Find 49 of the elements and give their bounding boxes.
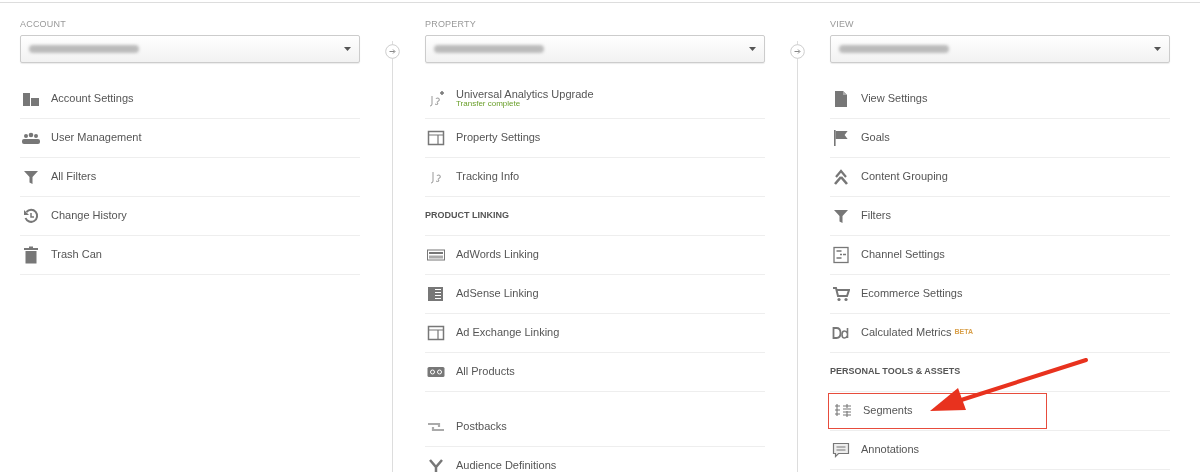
caret-icon: [749, 46, 756, 51]
menu-link[interactable]: Tracking Info: [425, 157, 765, 197]
menu-link[interactable]: View Settings: [830, 79, 1170, 119]
menu-link[interactable]: AdSense Linking: [425, 274, 765, 314]
menu-link[interactable]: All Products: [425, 352, 765, 392]
menu-link[interactable]: AdWords Linking: [425, 235, 765, 275]
window-icon: [427, 323, 445, 342]
section-heading: PERSONAL TOOLS & ASSETS: [830, 352, 1170, 392]
flag-icon: [832, 128, 850, 147]
menu-link[interactable]: All Filters: [20, 157, 360, 197]
menu-link[interactable]: Property Settings: [425, 118, 765, 158]
section-heading: PRODUCT LINKING: [425, 196, 765, 236]
window-icon: [427, 128, 445, 147]
document-icon: [832, 89, 850, 108]
menu-link[interactable]: Content Grouping: [830, 157, 1170, 197]
menu-link[interactable]: Change History: [20, 196, 360, 236]
menu-link[interactable]: User Management: [20, 118, 360, 158]
arrow-circle-icon: [790, 44, 805, 59]
menu-link[interactable]: Audience Definitions: [425, 446, 765, 472]
dropdown[interactable]: [425, 34, 765, 63]
menu-link[interactable]: Universal Analytics Upgrade Transfer complete: [425, 79, 765, 119]
column-title: ACCOUNT: [20, 18, 67, 31]
channel-icon: [832, 245, 850, 264]
history-icon: [22, 206, 40, 225]
caret-icon: [1154, 46, 1161, 51]
menu-link[interactable]: Annotations: [830, 430, 1170, 470]
caret-icon: [344, 46, 351, 51]
segments-icon: [834, 401, 852, 420]
menu-link[interactable]: Segments: [832, 393, 913, 428]
arrow-circle-icon: [385, 44, 400, 59]
menu-link[interactable]: Goals: [830, 118, 1170, 158]
js-icon: [427, 89, 445, 108]
cart-icon: [832, 284, 850, 303]
menu-link[interactable]: Channel Settings: [830, 235, 1170, 275]
column-title: VIEW: [830, 18, 855, 31]
column-title: PROPERTY: [425, 18, 477, 31]
dropdown[interactable]: [20, 34, 360, 63]
menu-link[interactable]: Account Settings: [20, 79, 360, 119]
menu-link[interactable]: Trash Can: [20, 235, 360, 275]
menu-link[interactable]: Ad Exchange Linking: [425, 313, 765, 353]
trash-icon: [22, 245, 40, 264]
menu-link[interactable]: Postbacks: [425, 407, 765, 447]
comment-icon: [832, 440, 850, 459]
menu-link[interactable]: Filters: [830, 196, 1170, 236]
dropdown[interactable]: [830, 34, 1170, 63]
page-layout-icon: [427, 284, 445, 303]
menu-link[interactable]: Ecommerce Settings: [830, 274, 1170, 314]
status-text: Transfer complete: [456, 100, 521, 109]
grouping-icon: [832, 167, 850, 186]
